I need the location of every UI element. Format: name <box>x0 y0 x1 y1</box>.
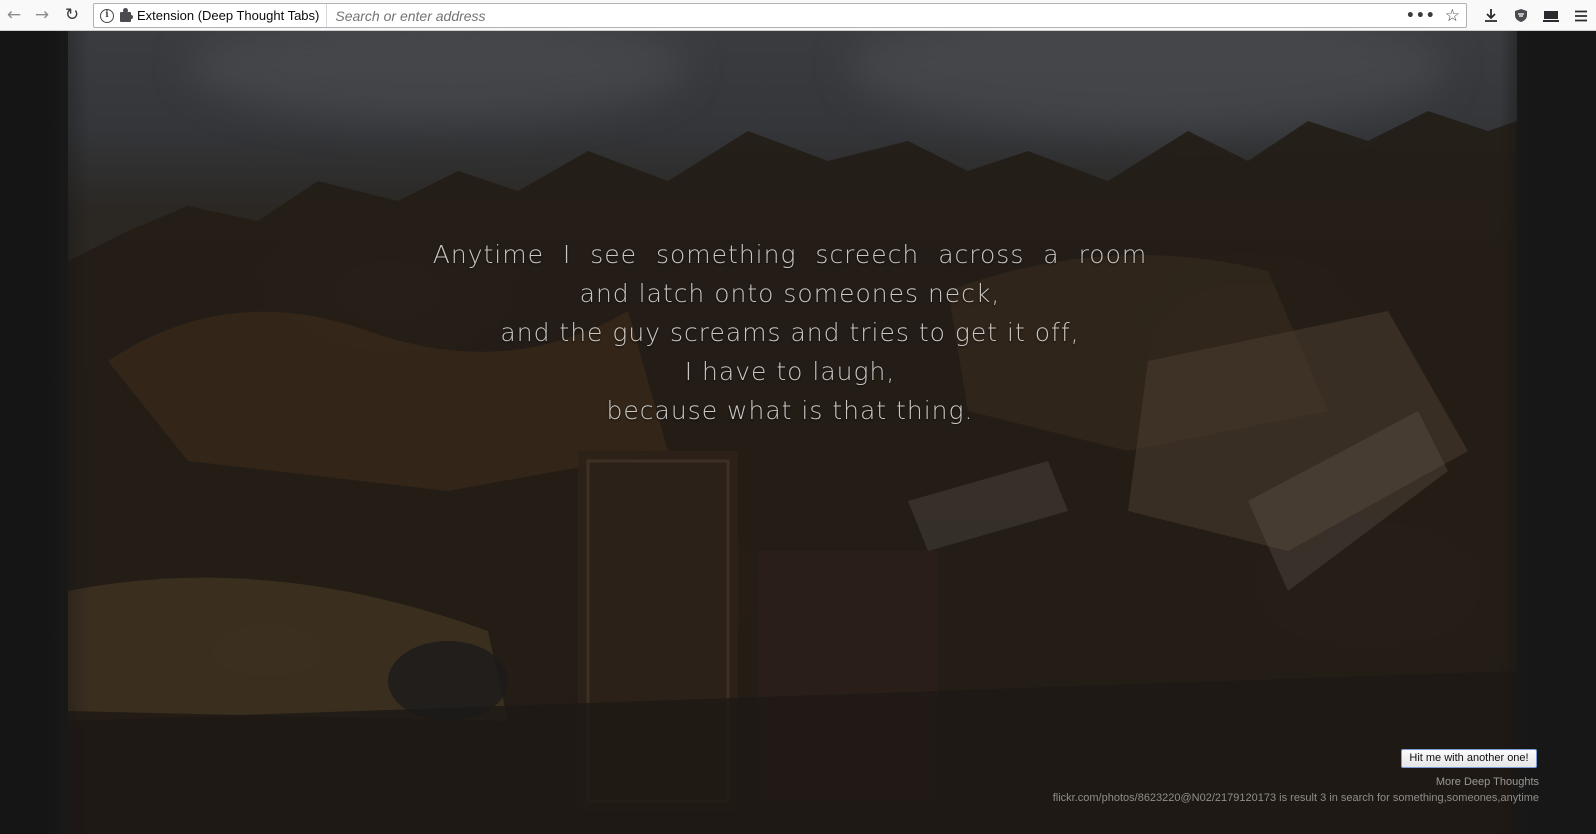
identity-label: Extension (Deep Thought Tabs) <box>137 8 320 23</box>
browser-toolbar: ← → ↻ i Extension (Deep Thought Tabs) ••… <box>0 0 1596 31</box>
menu-icon[interactable] <box>1566 2 1596 30</box>
info-icon[interactable]: i <box>100 8 114 23</box>
url-bar[interactable]: i Extension (Deep Thought Tabs) ••• ☆ <box>93 3 1467 28</box>
quote-line: I have to laugh, <box>684 357 896 386</box>
reload-icon[interactable]: ↻ <box>58 1 86 29</box>
more-deep-thoughts-link[interactable]: More Deep Thoughts <box>1436 776 1539 788</box>
forward-arrow-icon[interactable]: → <box>28 1 56 29</box>
extension-puzzle-icon <box>118 8 133 23</box>
shield-icon[interactable] <box>1506 2 1536 30</box>
quote-line: and the guy screams and tries to get it … <box>500 318 1080 347</box>
new-tab-page: Anytime I see something screech across a… <box>0 31 1596 834</box>
hit-me-another-button[interactable]: Hit me with another one! <box>1401 749 1537 768</box>
bookmark-star-icon[interactable]: ☆ <box>1445 6 1460 26</box>
quote-line: because what is that thing. <box>606 396 974 425</box>
deep-thought-quote: Anytime I see something screech across a… <box>390 235 1190 430</box>
downloads-icon[interactable] <box>1476 2 1506 30</box>
identity-box[interactable]: i Extension (Deep Thought Tabs) <box>94 4 328 27</box>
url-input[interactable] <box>327 4 1406 27</box>
quote-line: Anytime I see something screech across a… <box>432 240 1148 269</box>
quote-line: and latch onto someones neck, <box>579 279 1001 308</box>
back-arrow-icon[interactable]: ← <box>0 1 28 29</box>
page-actions-icon[interactable]: ••• <box>1406 8 1436 24</box>
library-icon[interactable] <box>1536 2 1566 30</box>
image-source-link[interactable]: flickr.com/photos/8623220@N02/2179120173… <box>1053 792 1539 804</box>
